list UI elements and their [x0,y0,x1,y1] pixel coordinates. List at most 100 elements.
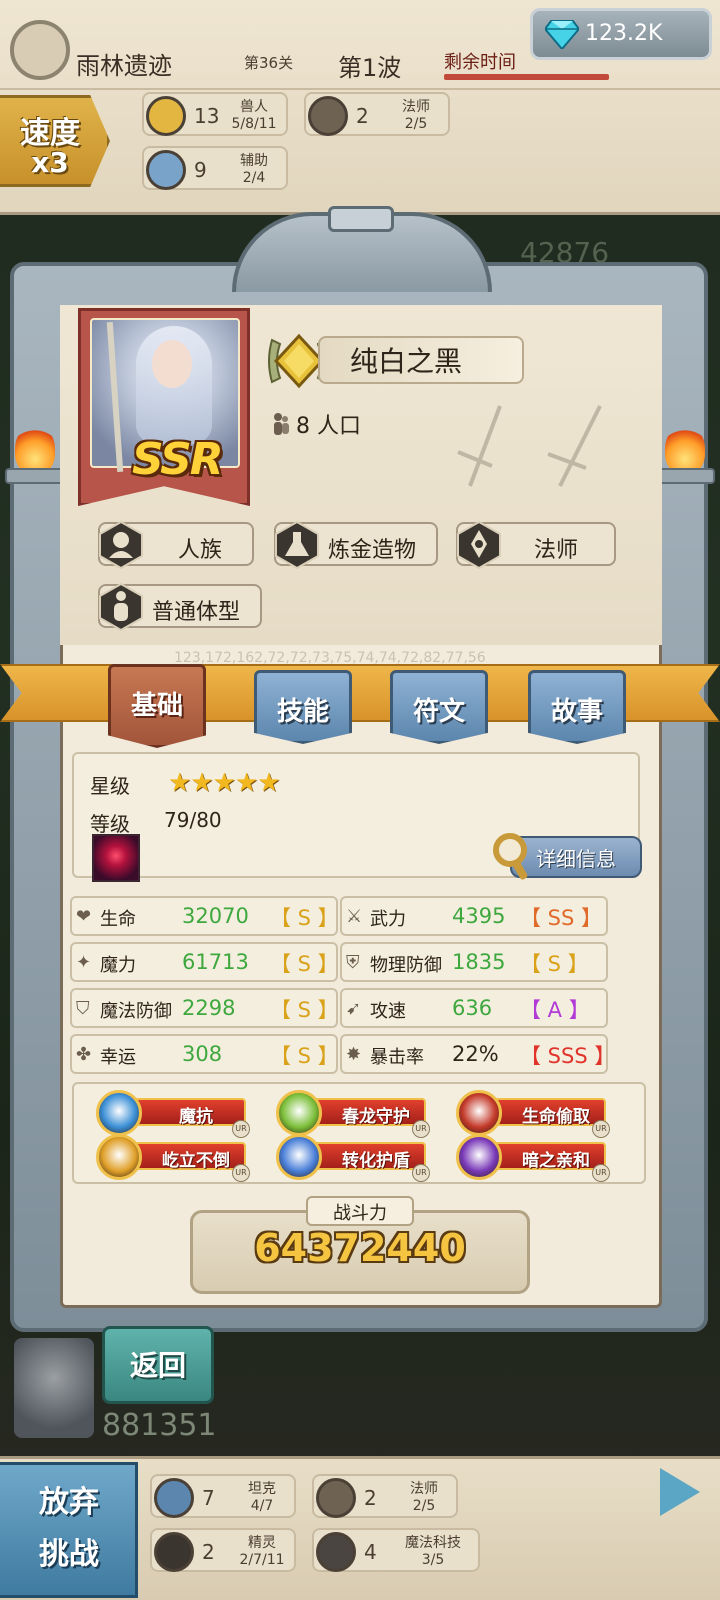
faction-mage[interactable]: 2 法师 2/5 [304,92,450,136]
tab-label: 符文 [412,697,465,727]
wave-label: 第1波 [338,54,402,82]
shield-icon [154,1478,194,1518]
stat-cell[interactable]: ➹ 攻速 636 【 A 】 [340,988,608,1028]
convert-shield-icon [276,1134,322,1180]
trait-name: 屹立不倒 [162,1151,230,1171]
remaining-time-bar [444,74,609,80]
quit-challenge-button[interactable]: 放弃 挑战 [0,1462,138,1598]
gem-value: 123.2K [585,21,663,46]
tag-class[interactable]: 法师 [456,520,616,570]
trait-item[interactable]: 暗之亲和 UR [456,1134,610,1182]
faction-progress: 5/8/11 [231,116,277,132]
trait-item[interactable]: 生命偷取 UR [456,1090,610,1138]
faction-pill[interactable]: 7 坦克 4/7 [150,1474,296,1518]
star-rating: ★★★★★ [168,768,281,798]
magnifier-icon [493,833,528,880]
trait-rarity-badge: UR [232,1164,250,1182]
faction-name: 辅助 [240,153,268,169]
torch-bowl [655,468,715,484]
magitech-icon [316,1532,356,1572]
faction-pill[interactable]: 2 法师 2/5 [312,1474,458,1518]
stat-grade: 【 SSS 】 [520,1044,616,1068]
rarity-badge: SSR [132,434,224,485]
magic-shield-icon: ⛉ [76,998,90,1019]
stat-grade: 【 S 】 [520,952,589,976]
trait-name: 生命偷取 [522,1107,590,1127]
trait-item[interactable]: 魔抗 UR [96,1090,250,1138]
faction-count: 7 [202,1486,215,1510]
tag-origin[interactable]: 炼金造物 [274,520,438,570]
tag-label: 普通体型 [152,600,241,625]
trait-rarity-badge: UR [412,1164,430,1182]
level-value: 79/80 [164,808,222,832]
combat-power-value: 64372440 [254,1226,466,1270]
faction-count: 9 [194,158,207,182]
stat-grade: 【 S 】 [270,952,339,976]
stat-grade: 【 S 】 [270,906,339,930]
stat-cell[interactable]: ⚔ 武力 4395 【 SS 】 [340,896,608,936]
population-icon [274,413,289,435]
stat-value: 2298 [182,996,236,1020]
bench-hero-portrait [14,1338,94,1438]
tab-basic[interactable]: 基础 [108,664,206,748]
faction-pill[interactable]: 4 魔法科技 3/5 [312,1528,480,1572]
speed-button[interactable]: 速度 x3 [0,95,110,187]
stage-emblem [10,20,70,80]
crit-icon: ✸ [346,1044,362,1065]
faction-beastman[interactable]: 13 兽人 5/8/11 [142,92,288,136]
stat-cell[interactable]: ✸ 暴击率 22% 【 SSS 】 [340,1034,616,1074]
stat-cell[interactable]: ❤ 生命 32070 【 S 】 [70,896,339,936]
debug-numbers: 123,172,162,72,72,73,75,74,74,72,82,77,5… [174,650,486,666]
shield-icon: ⛨ [346,952,360,973]
ultimate-skill-thumbnail[interactable] [92,834,140,882]
frame-crest-cap [328,206,394,232]
hero-portrait-face [152,340,192,388]
support-icon [146,150,186,190]
bench-score: 881351 [102,1408,217,1443]
quit-label-line2: 挑战 [39,1537,99,1572]
tab-label: 基础 [130,691,183,721]
stat-value: 61713 [182,950,249,974]
stat-cell[interactable]: ⛨ 物理防御 1835 【 S 】 [340,942,608,982]
trait-item[interactable]: 转化护盾 UR [276,1134,430,1182]
speed-multiplier: x3 [31,146,69,179]
tab-skills[interactable]: 技能 [254,670,352,744]
faction-count: 2 [202,1540,215,1564]
play-arrow-icon[interactable] [660,1468,700,1516]
stat-grade: 【 S 】 [270,1044,339,1068]
trait-item[interactable]: 屹立不倒 UR [96,1134,250,1182]
tag-label: 人族 [178,538,223,563]
level-label: 等级 [90,812,130,836]
trait-rarity-badge: UR [592,1164,610,1182]
population-value: 8 人口 [296,414,361,439]
heart-icon: ❤ [76,906,92,927]
faction-support[interactable]: 9 辅助 2/4 [142,146,288,190]
elf-icon [154,1532,194,1572]
lifesteal-icon [456,1090,502,1136]
mage-icon [308,96,348,136]
stat-cell[interactable]: ✦ 魔力 61713 【 S 】 [70,942,339,982]
stat-cell[interactable]: ⛉ 魔法防御 2298 【 S 】 [70,988,339,1028]
combat-power-label: 战斗力 [333,1203,387,1224]
mage-icon [316,1478,356,1518]
trait-item[interactable]: 春龙守护 UR [276,1090,430,1138]
tab-story[interactable]: 故事 [528,670,626,744]
stat-value: 22% [452,1042,499,1066]
tag-body-type[interactable]: 普通体型 [98,582,262,632]
stat-name: 暴击率 [370,1047,424,1068]
detail-info-label: 详细信息 [536,847,616,871]
tab-runes[interactable]: 符文 [390,670,488,744]
tag-race[interactable]: 人族 [98,520,254,570]
back-button-label: 返回 [129,1349,186,1382]
trait-name: 魔抗 [179,1107,213,1127]
crossed-swords-watermark [457,405,602,487]
faction-pill[interactable]: 2 精灵 2/7/11 [150,1528,296,1572]
stat-name: 物理防御 [370,955,442,976]
gem-counter[interactable]: 123.2K [530,8,712,60]
stat-cell[interactable]: ✤ 幸运 308 【 S 】 [70,1034,339,1074]
faction-progress: 2/7/11 [239,1552,285,1568]
tab-label: 故事 [550,697,603,727]
star-label: 星级 [90,774,130,798]
human-icon [99,520,143,570]
stat-name: 魔法防御 [100,1001,172,1022]
